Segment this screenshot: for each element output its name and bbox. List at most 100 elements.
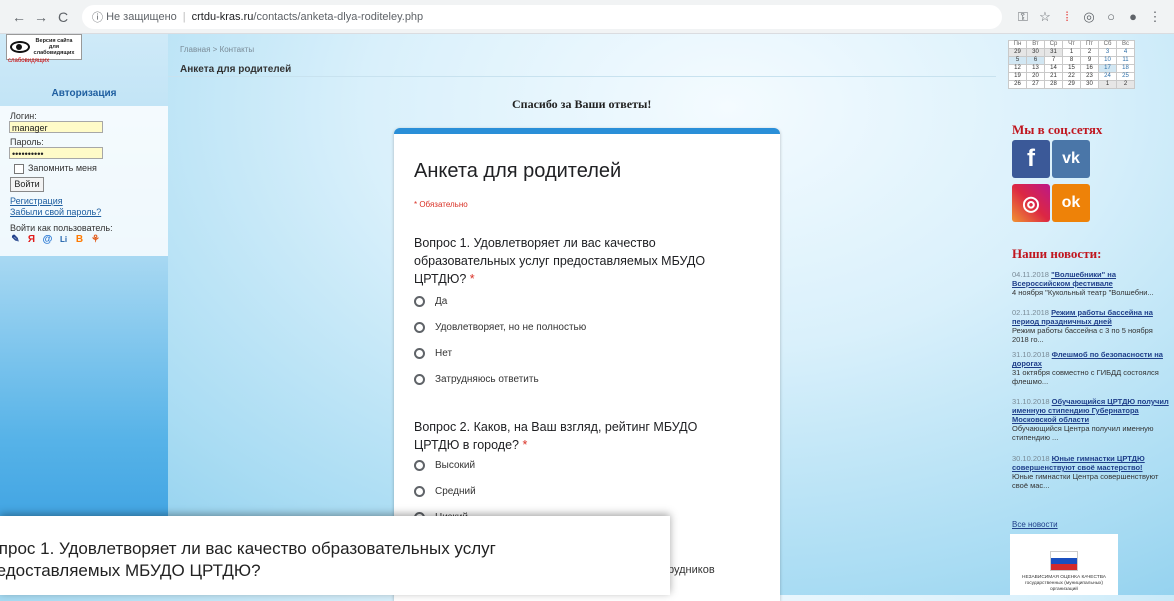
breadcrumb[interactable]: Главная > Контакты: [180, 45, 254, 54]
social-login-icons: ✎ Я @ Li B ⚘: [10, 234, 106, 245]
vk-icon[interactable]: vk: [1052, 140, 1090, 178]
mailru-icon[interactable]: @: [42, 234, 53, 245]
calendar-day-header: Чт: [1062, 40, 1081, 49]
instagram-icon[interactable]: ◎: [1012, 184, 1050, 222]
news-date: 02.11.2018: [1012, 308, 1049, 317]
remember-checkbox[interactable]: [14, 164, 24, 174]
calendar-day[interactable]: 23: [1080, 72, 1099, 81]
q1-option-2[interactable]: Удовлетворяет, но не полностью: [414, 322, 586, 333]
radio-icon[interactable]: [414, 486, 425, 497]
extension-circle-icon[interactable]: ○: [1100, 9, 1122, 24]
login-input[interactable]: manager: [9, 121, 103, 133]
calendar-day[interactable]: 16: [1080, 64, 1099, 73]
news-excerpt: Режим работы бассейна с 3 по 5 ноября 20…: [1012, 326, 1153, 344]
required-note: * Обязательно: [414, 200, 468, 209]
eye-icon: [10, 41, 30, 53]
q2-option-2[interactable]: Средний: [414, 486, 476, 497]
q1-option-1[interactable]: Да: [414, 296, 447, 307]
liveinternet-icon[interactable]: Li: [58, 234, 69, 245]
low-vision-version-button[interactable]: Версия сайта для слабовидящих: [6, 34, 82, 60]
calendar-week: 19 20 21 22 23 24 25: [1008, 72, 1135, 81]
calendar-day[interactable]: 14: [1044, 64, 1063, 73]
q1-option-3[interactable]: Нет: [414, 348, 452, 359]
calendar-day[interactable]: 9: [1080, 56, 1099, 65]
calendar-day[interactable]: 10: [1098, 56, 1117, 65]
nok-banner[interactable]: НЕЗАВИСИМАЯ ОЦЕНКА КАЧЕСТВА государствен…: [1010, 534, 1118, 595]
calendar-day[interactable]: 3: [1098, 48, 1117, 57]
forgot-password-link[interactable]: Забыли свой пароль?: [10, 207, 101, 217]
news-item: 31.10.2018 Обучающийся ЦРТДЮ получил име…: [1012, 397, 1170, 442]
calendar-day[interactable]: 7: [1044, 56, 1063, 65]
calendar-day[interactable]: 25: [1116, 72, 1135, 81]
reload-button[interactable]: C: [52, 9, 74, 25]
yandex-icon[interactable]: Я: [26, 234, 37, 245]
calendar-day[interactable]: 8: [1062, 56, 1081, 65]
q1-option-4[interactable]: Затрудняюсь ответить: [414, 374, 539, 385]
q2-option-1[interactable]: Высокий: [414, 460, 475, 471]
calendar-day[interactable]: 2: [1080, 48, 1099, 57]
calendar-day[interactable]: 18: [1116, 64, 1135, 73]
news-date: 04.11.2018: [1012, 270, 1049, 279]
all-news-link[interactable]: Все новости: [1012, 520, 1058, 529]
profile-icon[interactable]: ●: [1122, 9, 1144, 24]
calendar-day[interactable]: 26: [1008, 80, 1027, 89]
radio-icon[interactable]: [414, 296, 425, 307]
back-button[interactable]: ←: [8, 9, 30, 25]
calendar-day[interactable]: 19: [1008, 72, 1027, 81]
question-1-text: Вопрос 1. Удовлетворяет ли вас качество …: [414, 236, 706, 286]
forward-button[interactable]: →: [30, 9, 52, 25]
calendar-day[interactable]: 5: [1008, 56, 1027, 65]
calendar-day[interactable]: 31: [1044, 48, 1063, 57]
radio-icon[interactable]: [414, 460, 425, 471]
calendar-day[interactable]: 27: [1026, 80, 1045, 89]
calendar-day[interactable]: 29: [1062, 80, 1081, 89]
russian-flag-icon: [1050, 551, 1078, 571]
calendar-day[interactable]: 12: [1008, 64, 1027, 73]
calendar-day[interactable]: 24: [1098, 72, 1117, 81]
radio-icon[interactable]: [414, 374, 425, 385]
calendar-day[interactable]: 28: [1044, 80, 1063, 89]
calendar-day[interactable]: 15: [1062, 64, 1081, 73]
radio-icon[interactable]: [414, 322, 425, 333]
register-link[interactable]: Регистрация: [10, 196, 63, 206]
blogger-icon[interactable]: B: [74, 234, 85, 245]
menu-icon[interactable]: ⋮: [1144, 9, 1166, 25]
password-input[interactable]: ••••••••••: [9, 147, 103, 159]
page-title: Анкета для родителей: [180, 64, 292, 75]
extension-puzzle-icon[interactable]: ◎: [1078, 9, 1100, 25]
calendar-day-header: Сб: [1098, 40, 1117, 49]
news-excerpt: Обучающийся Центра получил именную стипе…: [1012, 424, 1154, 442]
extension-icon[interactable]: ⁞: [1056, 9, 1078, 24]
radio-icon[interactable]: [414, 348, 425, 359]
info-icon[interactable]: ⓘ: [92, 9, 103, 25]
calendar-day[interactable]: 22: [1062, 72, 1081, 81]
key-icon[interactable]: ⚿: [1012, 9, 1034, 25]
calendar-day[interactable]: 6: [1026, 56, 1045, 65]
calendar-day[interactable]: 30: [1080, 80, 1099, 89]
q1-option-4-label: Затрудняюсь ответить: [435, 374, 539, 385]
calendar-day[interactable]: 4: [1116, 48, 1135, 57]
calendar-day[interactable]: 13: [1026, 64, 1045, 73]
calendar-day[interactable]: 30: [1026, 48, 1045, 57]
livejournal-icon[interactable]: ✎: [10, 234, 21, 245]
calendar-day[interactable]: 20: [1026, 72, 1045, 81]
news-heading: Наши новости:: [1012, 246, 1102, 261]
low-vision-link[interactable]: слабовидящих: [8, 58, 49, 64]
calendar-day[interactable]: 17: [1098, 64, 1117, 73]
browser-toolbar: ← → C ⓘ Не защищено | crtdu-kras.ru/cont…: [0, 0, 1174, 34]
calendar-day[interactable]: 21: [1044, 72, 1063, 81]
calendar-day[interactable]: 2: [1116, 80, 1135, 89]
odnoklassniki-icon[interactable]: ok: [1052, 184, 1090, 222]
calendar-day[interactable]: 1: [1098, 80, 1117, 89]
calendar-day[interactable]: 11: [1116, 56, 1135, 65]
facebook-icon[interactable]: f: [1012, 140, 1050, 178]
address-bar[interactable]: ⓘ Не защищено | crtdu-kras.ru/contacts/a…: [82, 4, 1002, 29]
bookmark-star-icon[interactable]: ☆: [1034, 9, 1056, 25]
login-button[interactable]: Войти: [10, 177, 44, 192]
calendar-day[interactable]: 29: [1008, 48, 1027, 57]
nok-text: НЕЗАВИСИМАЯ ОЦЕНКА КАЧЕСТВА государствен…: [1022, 575, 1106, 593]
openid-icon[interactable]: ⚘: [90, 234, 101, 245]
calendar-day[interactable]: 1: [1062, 48, 1081, 57]
thanks-message: Спасибо за Ваши ответы!: [512, 97, 652, 111]
auth-title: Авторизация: [51, 88, 117, 99]
